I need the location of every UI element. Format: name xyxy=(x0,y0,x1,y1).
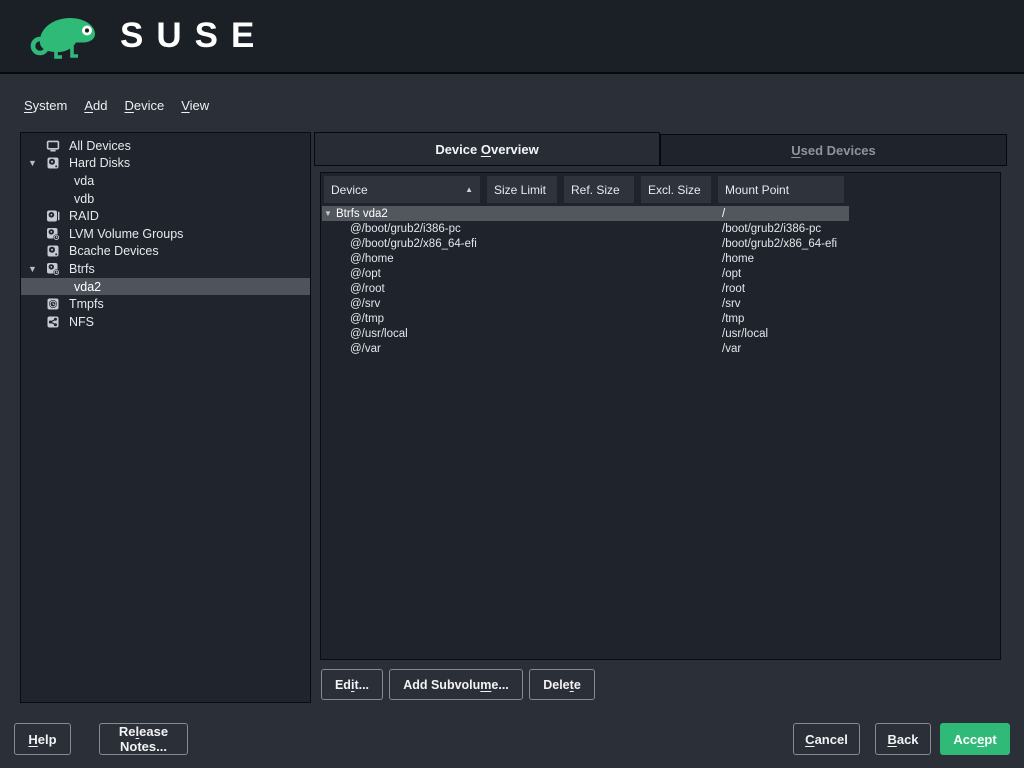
cell-mount-point: /opt xyxy=(722,266,741,281)
table-row[interactable]: @/root /root xyxy=(322,281,849,296)
cell-mount-point: /boot/grub2/x86_64-efi xyxy=(722,236,837,251)
column-header-device[interactable]: Device ▲ xyxy=(324,176,480,203)
expander-down-icon[interactable]: ▼ xyxy=(28,158,46,168)
table-header: Device ▲ Size Limit Ref. Size Excl. Size… xyxy=(324,176,1000,203)
tree-item-nfs[interactable]: NFS xyxy=(21,313,310,331)
menu-system[interactable]: System xyxy=(24,98,67,113)
subvolume-table: Device ▲ Size Limit Ref. Size Excl. Size… xyxy=(320,172,1001,660)
tree-item-label: Hard Disks xyxy=(69,156,130,170)
nfs-icon xyxy=(46,314,61,329)
suse-logo: SUSE xyxy=(26,9,267,64)
tree-item-raid[interactable]: RAID xyxy=(21,207,310,225)
cell-device: @/tmp xyxy=(350,313,384,325)
menubar: System Add Device View xyxy=(24,98,209,113)
tree-item-bcache-devices[interactable]: Bcache Devices xyxy=(21,243,310,261)
cell-device: @/root xyxy=(350,283,385,295)
tree-item-label: Btrfs xyxy=(69,262,95,276)
cell-device: @/home xyxy=(350,253,394,265)
btrfs-icon xyxy=(46,261,61,276)
table-row[interactable]: @/boot/grub2/x86_64-efi /boot/grub2/x86_… xyxy=(322,236,849,251)
table-row[interactable]: @/home /home xyxy=(322,251,849,266)
help-button[interactable]: Help xyxy=(14,723,71,755)
tree-item-label: vdb xyxy=(74,192,94,206)
delete-button[interactable]: Delete xyxy=(529,669,595,700)
expander-down-icon[interactable]: ▼ xyxy=(324,209,336,218)
cell-mount-point: /usr/local xyxy=(722,326,768,341)
accept-button[interactable]: Accept xyxy=(940,723,1010,755)
suse-wordmark: SUSE xyxy=(120,16,267,56)
cell-device: @/boot/grub2/x86_64-efi xyxy=(350,238,477,250)
cell-mount-point: /tmp xyxy=(722,311,744,326)
menu-device[interactable]: Device xyxy=(124,98,164,113)
hard-disk-icon xyxy=(46,156,61,171)
tab-bar: Device Overview Used Devices xyxy=(314,132,1007,166)
release-notes-button[interactable]: Release Notes... xyxy=(99,723,188,755)
table-row[interactable]: @/boot/grub2/i386-pc /boot/grub2/i386-pc xyxy=(322,221,849,236)
tree-item-label: Tmpfs xyxy=(69,297,104,311)
tab-device-overview[interactable]: Device Overview xyxy=(314,132,660,166)
menu-view[interactable]: View xyxy=(181,98,209,113)
tree-item-label: LVM Volume Groups xyxy=(69,227,183,241)
column-header-mount-point[interactable]: Mount Point xyxy=(718,176,844,203)
cell-device: @/srv xyxy=(350,298,380,310)
table-row[interactable]: @/var /var xyxy=(322,341,849,356)
cell-mount-point: /home xyxy=(722,251,754,266)
cell-device: @/var xyxy=(350,343,381,355)
cell-mount-point: / xyxy=(722,206,725,221)
cell-mount-point: /root xyxy=(722,281,745,296)
device-tree-panel: All Devices ▼ Hard Disks vda vdb RAID LV… xyxy=(20,132,311,703)
tree-item-label: RAID xyxy=(69,209,99,223)
cell-mount-point: /srv xyxy=(722,296,741,311)
tree-item-label: NFS xyxy=(69,315,94,329)
computer-icon xyxy=(46,138,61,153)
table-row-btrfs-vda2[interactable]: ▼ Btrfs vda2 / xyxy=(322,206,849,221)
raid-icon xyxy=(46,209,61,224)
sort-ascending-icon: ▲ xyxy=(465,185,473,194)
tree-item-tmpfs[interactable]: Tmpfs xyxy=(21,295,310,313)
tree-item-label: All Devices xyxy=(69,139,131,153)
table-body: ▼ Btrfs vda2 / @/boot/grub2/i386-pc /boo… xyxy=(322,206,1000,356)
lvm-icon xyxy=(46,226,61,241)
table-row[interactable]: @/srv /srv xyxy=(322,296,849,311)
table-row[interactable]: @/tmp /tmp xyxy=(322,311,849,326)
menu-add[interactable]: Add xyxy=(84,98,107,113)
expander-down-icon[interactable]: ▼ xyxy=(28,264,46,274)
tmpfs-icon xyxy=(46,297,61,312)
tree-item-label: Bcache Devices xyxy=(69,244,159,258)
table-row[interactable]: @/opt /opt xyxy=(322,266,849,281)
cell-mount-point: /boot/grub2/i386-pc xyxy=(722,221,821,236)
column-header-size-limit[interactable]: Size Limit xyxy=(487,176,557,203)
tree-item-btrfs[interactable]: ▼ Btrfs xyxy=(21,260,310,278)
cell-device: @/boot/grub2/i386-pc xyxy=(350,223,461,235)
tree-item-all-devices[interactable]: All Devices xyxy=(21,137,310,155)
table-row[interactable]: @/usr/local /usr/local xyxy=(322,326,849,341)
cancel-button[interactable]: Cancel xyxy=(793,723,860,755)
edit-button[interactable]: Edit... xyxy=(321,669,383,700)
cell-device: @/opt xyxy=(350,268,381,280)
tree-item-lvm-volume-groups[interactable]: LVM Volume Groups xyxy=(21,225,310,243)
bcache-icon xyxy=(46,244,61,259)
tree-item-vda2[interactable]: vda2 xyxy=(21,278,310,296)
back-button[interactable]: Back xyxy=(875,723,931,755)
cell-device: Btrfs vda2 xyxy=(336,208,388,220)
cell-mount-point: /var xyxy=(722,341,741,356)
tab-used-devices[interactable]: Used Devices xyxy=(660,134,1007,166)
tree-item-hard-disks[interactable]: ▼ Hard Disks xyxy=(21,155,310,173)
tree-item-label: vda xyxy=(74,174,94,188)
add-subvolume-button[interactable]: Add Subvolume... xyxy=(389,669,523,700)
column-header-ref-size[interactable]: Ref. Size xyxy=(564,176,634,203)
suse-chameleon-icon xyxy=(26,9,106,64)
cell-device: @/usr/local xyxy=(350,328,408,340)
tree-item-vdb[interactable]: vdb xyxy=(21,190,310,208)
suse-header: SUSE xyxy=(0,0,1024,74)
tree-item-vda[interactable]: vda xyxy=(21,172,310,190)
tree-item-label: vda2 xyxy=(74,280,101,294)
column-header-excl-size[interactable]: Excl. Size xyxy=(641,176,711,203)
